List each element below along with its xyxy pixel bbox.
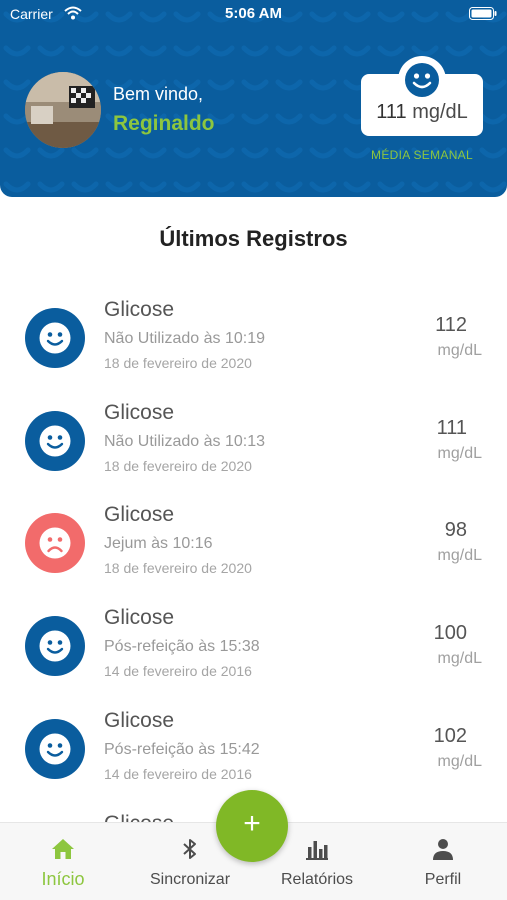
list-item[interactable]: Glicose Não Utilizado às 10:19 18 de fev… [0,280,507,382]
record-context: Jejum às 10:16 [104,535,213,552]
records-list[interactable]: Glicose Não Utilizado às 10:19 18 de fev… [0,280,507,825]
record-date: 14 de fevereiro de 2016 [104,663,252,679]
record-date: 18 de fevereiro de 2020 [104,355,252,371]
tab-label: Sincronizar [149,871,231,888]
record-value: 112 [435,314,467,336]
user-name: Reginaldo [113,112,215,135]
status-bar: Carrier 5:06 AM [0,0,507,30]
record-date: 14 de fevereiro de 2016 [104,766,252,782]
record-date: 18 de fevereiro de 2020 [104,560,252,576]
record-title: Glicose [104,298,175,321]
record-context: Não Utilizado às 10:13 [104,433,265,450]
weekly-average-value: 111 [376,101,407,123]
header: Carrier 5:06 AM Bem vindo, Reginaldo 111… [0,0,507,197]
tab-label: Relatórios [280,871,354,888]
record-date: 18 de fevereiro de 2020 [104,458,252,474]
list-item[interactable]: Glicose Pós-refeição às 15:38 14 de feve… [0,588,507,690]
avatar[interactable] [25,72,101,148]
sad-face-icon [25,513,85,573]
happy-face-icon [25,616,85,676]
record-value: 100 [433,622,467,644]
tab-label: Perfil [424,871,462,888]
welcome-text: Bem vindo, [113,84,204,104]
record-unit: mg/dL [437,547,482,564]
record-context: Pós-refeição às 15:42 [104,741,260,758]
record-value: 111 [436,417,467,439]
record-unit: mg/dL [437,342,482,359]
battery-icon [469,7,497,24]
record-unit: mg/dL [437,445,482,462]
clock: 5:06 AM [225,5,282,22]
record-context: Não Utilizado às 10:19 [104,330,265,347]
record-context: Pós-refeição às 15:38 [104,638,260,655]
list-item[interactable]: Glicose Não Utilizado às 10:13 18 de fev… [0,383,507,485]
happy-face-icon [25,719,85,779]
list-item[interactable]: Glicose Jejum às 10:16 18 de fevereiro d… [0,485,507,587]
record-value: 102 [433,725,467,747]
happy-face-icon [398,56,446,104]
record-title: Glicose [104,709,175,732]
tab-inicio[interactable]: Início [15,823,111,900]
weekly-average-unit: mg/dL [412,101,468,123]
record-title: Glicose [104,401,175,424]
section-title: Últimos Registros [159,226,348,251]
record-title: Glicose [104,503,175,526]
home-icon [15,837,111,863]
record-value: 98 [444,519,467,541]
tab-label: Início [41,869,85,889]
list-item[interactable]: Glicose Pós-refeição às 15:42 14 de feve… [0,691,507,793]
add-record-button[interactable]: + [216,790,288,862]
person-icon [398,837,488,863]
happy-face-icon [25,411,85,471]
happy-face-icon [25,308,85,368]
tab-perfil[interactable]: Perfil [398,823,488,900]
record-unit: mg/dL [437,650,482,667]
record-unit: mg/dL [437,753,482,770]
record-title: Glicose [104,606,175,629]
weekly-average-label: MÉDIA SEMANAL [371,148,473,162]
